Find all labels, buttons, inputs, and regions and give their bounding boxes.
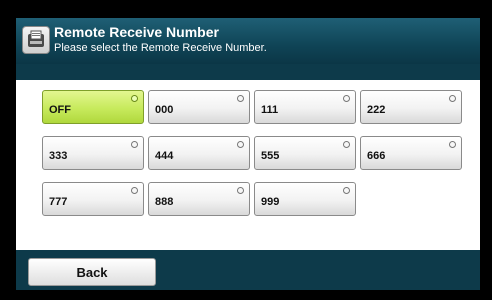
option-label: 999	[261, 196, 280, 208]
radio-indicator-icon	[237, 141, 244, 148]
radio-indicator-icon	[343, 141, 350, 148]
option-label: 555	[261, 150, 280, 162]
page-subtitle: Please select the Remote Receive Number.	[54, 42, 267, 54]
device-frame: Remote Receive Number Please select the …	[0, 0, 492, 300]
radio-indicator-icon	[237, 95, 244, 102]
radio-indicator-icon	[131, 95, 138, 102]
option-label: OFF	[49, 104, 71, 116]
option-label: 000	[155, 104, 174, 116]
header-bar: Remote Receive Number Please select the …	[16, 18, 480, 64]
options-panel: OFF 000 111 222 333 444 555 666 777 888 …	[16, 80, 480, 250]
page-title: Remote Receive Number	[54, 24, 219, 40]
option-button-777[interactable]: 777	[42, 182, 144, 216]
radio-indicator-icon	[131, 187, 138, 194]
radio-indicator-icon	[343, 95, 350, 102]
radio-indicator-icon	[131, 141, 138, 148]
option-button-000[interactable]: 000	[148, 90, 250, 124]
option-label: 111	[261, 104, 279, 116]
back-button-label: Back	[76, 265, 108, 280]
option-button-333[interactable]: 333	[42, 136, 144, 170]
option-button-444[interactable]: 444	[148, 136, 250, 170]
fax-document-icon	[22, 26, 50, 54]
option-button-222[interactable]: 222	[360, 90, 462, 124]
back-button[interactable]: Back	[28, 258, 156, 286]
option-button-off[interactable]: OFF	[42, 90, 144, 124]
option-label: 333	[49, 150, 68, 162]
option-label: 888	[155, 196, 174, 208]
option-button-999[interactable]: 999	[254, 182, 356, 216]
radio-indicator-icon	[449, 95, 456, 102]
touch-screen: Remote Receive Number Please select the …	[16, 18, 480, 290]
radio-indicator-icon	[343, 187, 350, 194]
radio-indicator-icon	[449, 141, 456, 148]
header-gap	[16, 64, 480, 80]
option-button-888[interactable]: 888	[148, 182, 250, 216]
footer-bar: Back	[16, 250, 480, 290]
option-label: 444	[155, 150, 174, 162]
option-button-111[interactable]: 111	[254, 90, 356, 124]
option-label: 777	[49, 196, 68, 208]
option-label: 666	[367, 150, 386, 162]
option-button-666[interactable]: 666	[360, 136, 462, 170]
radio-indicator-icon	[237, 187, 244, 194]
option-label: 222	[367, 104, 386, 116]
option-button-555[interactable]: 555	[254, 136, 356, 170]
